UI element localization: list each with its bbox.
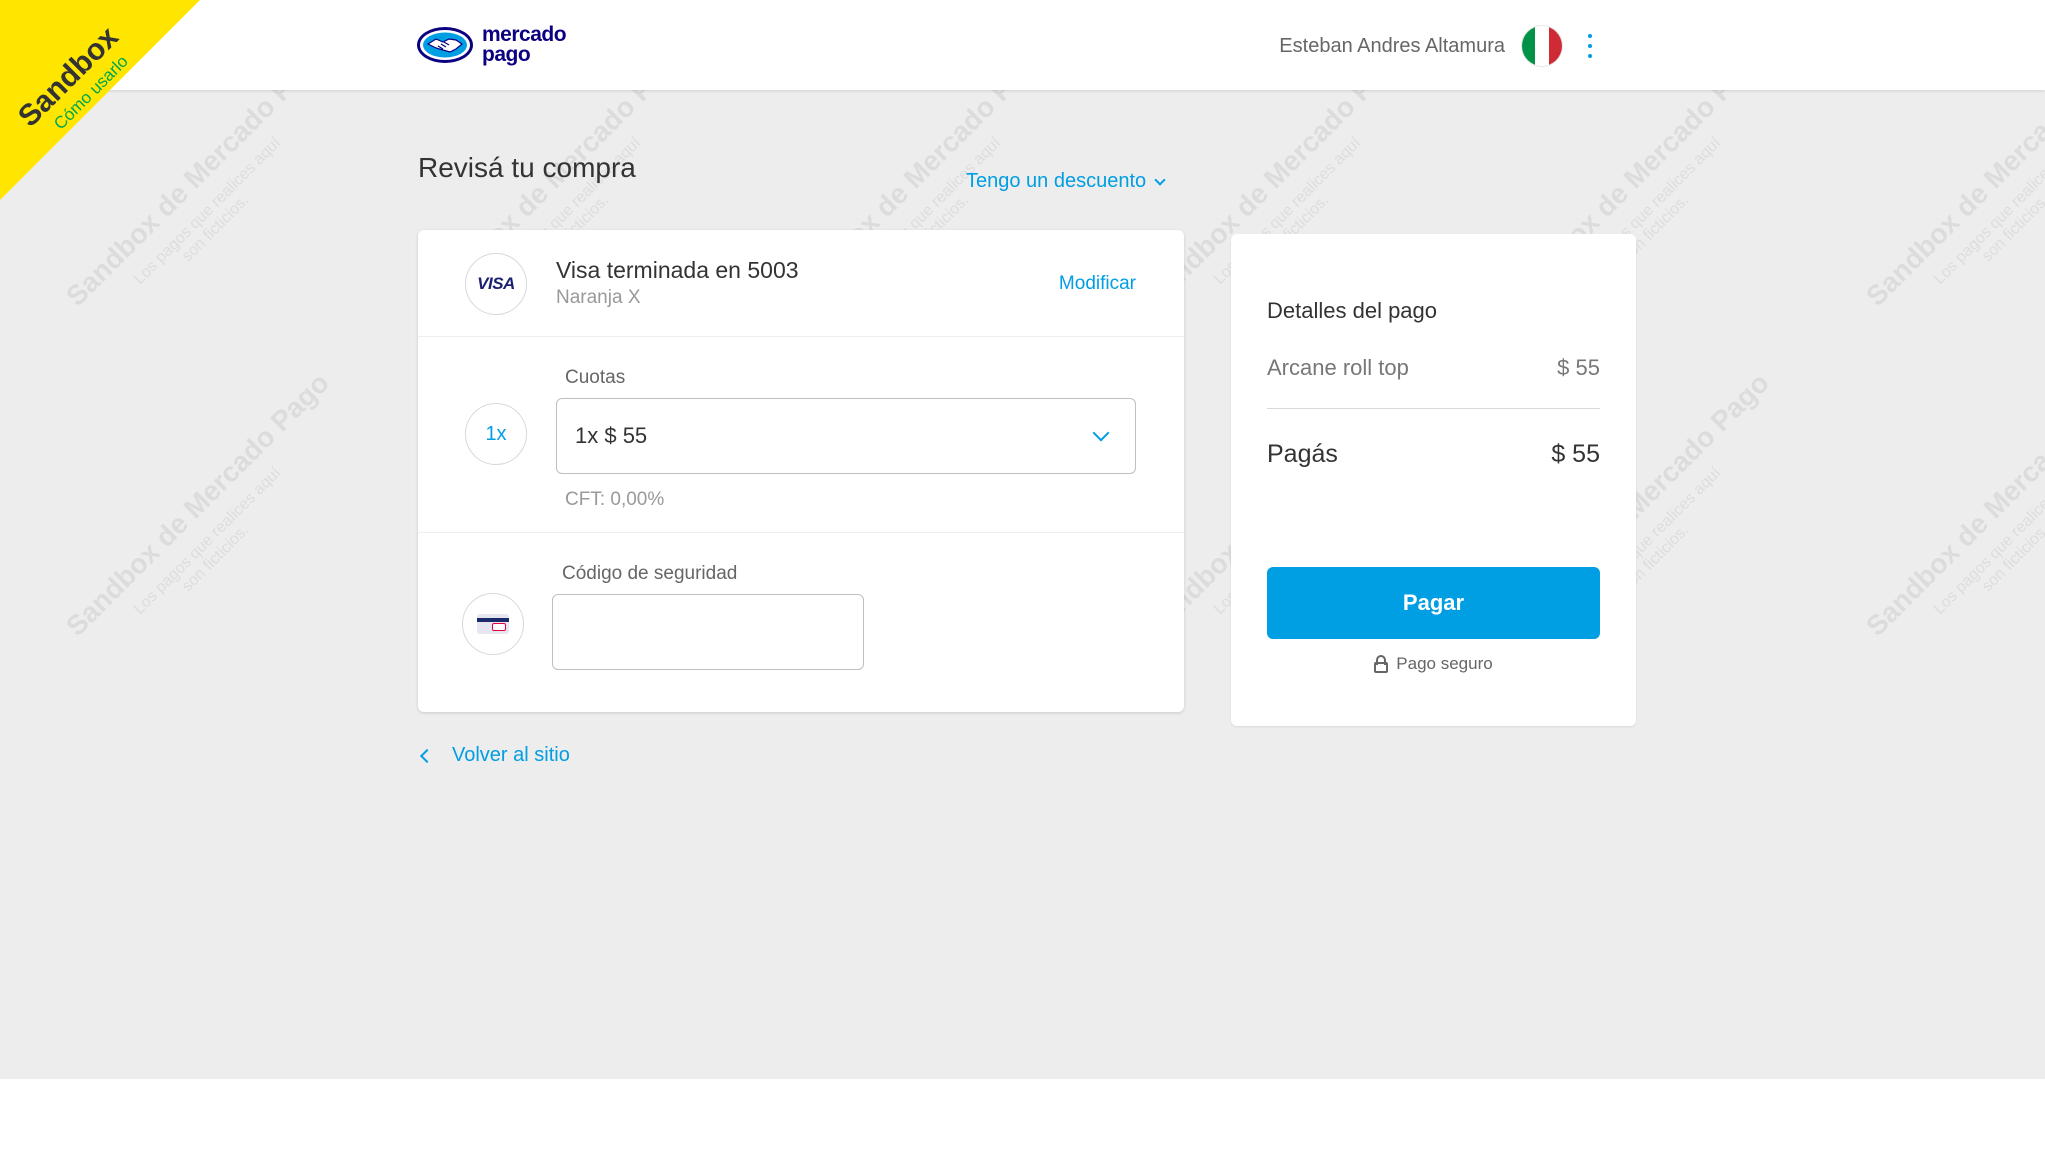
security-code-row: Código de seguridad bbox=[418, 533, 1184, 712]
logo-line1: mercado bbox=[482, 23, 567, 46]
discount-label: Tengo un descuento bbox=[966, 170, 1147, 192]
modify-payment-link[interactable]: Modificar bbox=[1059, 273, 1136, 295]
watermark-subtitle: Los pagos que realices aquí bbox=[1930, 464, 2045, 618]
installments-badge-icon: 1x bbox=[465, 403, 527, 465]
handshake-logo-icon bbox=[417, 27, 473, 63]
summary-item-price: $ 55 bbox=[1557, 355, 1600, 380]
watermark-title: Sandbox de Mercado Pago bbox=[60, 366, 335, 642]
watermark-title: Sandbox de Mercado Pago bbox=[1860, 367, 2045, 642]
logo-line2: pago bbox=[482, 43, 531, 66]
flag-stripe-red bbox=[1548, 26, 1562, 66]
back-to-site-link[interactable]: Volver al sitio bbox=[418, 744, 570, 767]
summary-total-label: Pagás bbox=[1267, 440, 1338, 468]
summary-divider bbox=[1267, 408, 1600, 409]
summary-item-name: Arcane roll top bbox=[1267, 355, 1409, 380]
watermark-subtitle: Los pagos que realices aquí bbox=[130, 464, 285, 618]
payment-method-row: VISA Visa terminada en 5003 Naranja X Mo… bbox=[418, 230, 1184, 337]
discount-toggle[interactable]: Tengo un descuento bbox=[966, 170, 1166, 193]
summary-total-price: $ 55 bbox=[1551, 440, 1600, 468]
user-area: Esteban Andres Altamura bbox=[1279, 22, 1595, 70]
card-cvv-icon bbox=[462, 593, 524, 655]
secure-payment-label: Pago seguro bbox=[1396, 654, 1493, 673]
security-code-label: Código de seguridad bbox=[562, 563, 738, 584]
sandbox-ribbon: Sandbox Cómo usarlo bbox=[0, 0, 210, 210]
watermark-subtitle: son ficticios. bbox=[1978, 191, 2045, 266]
watermark-title: Sandbox de Mercado Pago bbox=[1860, 90, 2045, 312]
installments-label: Cuotas bbox=[565, 367, 626, 388]
flag-stripe-white bbox=[1535, 26, 1549, 66]
installments-row: 1x Cuotas 1x $ 55 CFT: 0,00% bbox=[418, 337, 1184, 533]
pay-button[interactable]: Pagar bbox=[1267, 567, 1600, 639]
watermark-text: Sandbox de Mercado PagoLos pagos que rea… bbox=[1860, 90, 2045, 344]
visa-brand-text: VISA bbox=[477, 274, 515, 293]
chevron-down-icon bbox=[1092, 424, 1110, 442]
watermark-subtitle: son ficticios. bbox=[1978, 521, 2045, 596]
installments-selected-value: 1x $ 55 bbox=[575, 423, 648, 448]
security-code-input[interactable] bbox=[552, 594, 864, 670]
page-footer bbox=[0, 1079, 2045, 1152]
flag-stripe-green bbox=[1522, 26, 1536, 66]
payment-summary-panel: Detalles del pago Arcane roll top $ 55 P… bbox=[1231, 234, 1636, 726]
summary-title: Detalles del pago bbox=[1267, 298, 1438, 323]
page-title: Revisá tu compra bbox=[418, 152, 636, 183]
chevron-left-icon bbox=[419, 748, 435, 763]
secure-payment-note: Pago seguro bbox=[1231, 654, 1636, 674]
user-name: Esteban Andres Altamura bbox=[1279, 34, 1505, 57]
chevron-down-icon bbox=[1154, 173, 1166, 186]
italy-flag-icon bbox=[1521, 25, 1563, 67]
payment-form-card: VISA Visa terminada en 5003 Naranja X Mo… bbox=[418, 230, 1184, 712]
watermark-subtitle: Los pagos que realices aquí bbox=[1930, 134, 2045, 288]
watermark-text: Sandbox de Mercado PagoLos pagos que rea… bbox=[60, 367, 367, 674]
payment-method-issuer: Naranja X bbox=[556, 287, 641, 308]
watermark-text: Sandbox de Mercado PagoLos pagos que rea… bbox=[1860, 367, 2045, 674]
watermark-subtitle: son ficticios. bbox=[1618, 191, 1693, 266]
lock-icon bbox=[1374, 655, 1389, 673]
mini-card-graphic bbox=[477, 614, 509, 634]
watermark-subtitle: son ficticios. bbox=[178, 521, 253, 596]
visa-icon: VISA bbox=[465, 253, 527, 315]
installments-select[interactable]: 1x $ 55 bbox=[556, 398, 1136, 474]
top-bar: mercado pago Esteban Andres Altamura bbox=[0, 0, 2045, 90]
payment-method-title: Visa terminada en 5003 bbox=[556, 257, 799, 283]
mercado-pago-logo[interactable]: mercado pago bbox=[416, 22, 567, 68]
watermark-subtitle: son ficticios. bbox=[1618, 521, 1693, 596]
more-options-icon[interactable] bbox=[1585, 34, 1595, 58]
cft-text: CFT: 0,00% bbox=[565, 489, 665, 510]
logo-wordmark: mercado pago bbox=[482, 23, 567, 66]
back-to-site-label: Volver al sitio bbox=[452, 744, 570, 766]
installments-badge: 1x bbox=[485, 422, 507, 445]
